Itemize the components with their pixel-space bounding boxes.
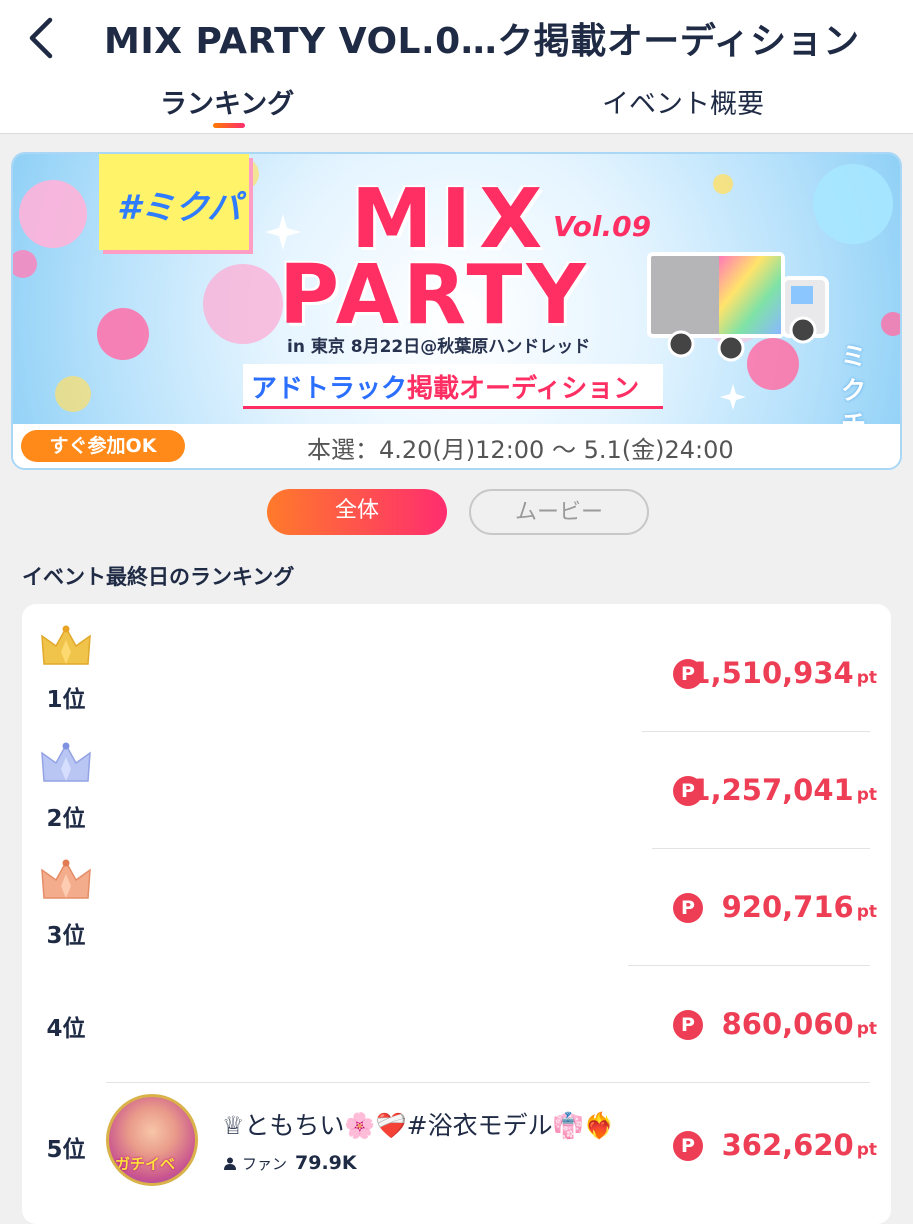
rank-number: 1位 (46, 687, 86, 713)
points-unit: pt (856, 1019, 877, 1039)
banner-footer: すぐ参加OK 本選：4.20(月)12:00 〜 5.1(金)24:00 (13, 424, 900, 468)
event-banner[interactable]: #ミクパ MIX Vol.09 PARTY in 東京 8月22日@秋葉原ハンド… (11, 152, 902, 470)
person-icon (224, 1157, 236, 1170)
active-tab-indicator (213, 123, 245, 128)
point-icon: P (673, 1131, 703, 1161)
banner-volume: Vol.09 (553, 210, 652, 243)
app-header: MIX PARTY VOL.0…ク掲載オーディション ランキング イベント概要 (0, 0, 913, 134)
back-button[interactable] (22, 14, 66, 62)
fan-count: 79.9K (295, 1152, 357, 1174)
filter-movie-button[interactable]: ムービー (469, 489, 649, 535)
silver-crown-icon (41, 742, 91, 782)
points-unit: pt (856, 785, 877, 805)
ranking-points: 860,060 pt (722, 1007, 877, 1041)
avatar[interactable]: ガチイベ (106, 1094, 198, 1186)
rank-number: 2位 (46, 806, 86, 832)
fan-label: ファン (242, 1155, 288, 1173)
user-name[interactable]: ♕ともちい🌸❤️‍🩹#浴衣モデル👘❤️‍🔥 (222, 1106, 615, 1142)
banner-location: in 東京 8月22日@秋葉原ハンドレッド (287, 337, 591, 357)
banner-subtitle-pink: 掲載オーディション (407, 374, 640, 404)
filter-all-button[interactable]: 全体 (267, 489, 447, 535)
tab-ranking[interactable]: ランキング (160, 82, 294, 121)
points-unit: pt (856, 902, 877, 922)
banner-artwork: #ミクパ MIX Vol.09 PARTY in 東京 8月22日@秋葉原ハンド… (13, 154, 900, 468)
chevron-left-icon (29, 17, 53, 59)
ranking-row-2[interactable]: 2位 P 1,257,041 pt (22, 721, 891, 849)
ranking-points: 1,257,041 pt (690, 773, 877, 807)
points-value: 1,510,934 (690, 656, 854, 690)
ranking-row-5[interactable]: 5位 ガチイベ ♕ともちい🌸❤️‍🩹#浴衣モデル👘❤️‍🔥 ファン 79.9K P… (22, 1082, 891, 1198)
banner-subtitle-blue: アドトラック (251, 374, 408, 404)
avatar-badge-text: ガチイベ (115, 1155, 176, 1173)
point-icon: P (673, 1010, 703, 1040)
points-unit: pt (856, 1140, 877, 1160)
ranking-points: 920,716 pt (722, 890, 877, 924)
points-unit: pt (856, 668, 877, 688)
banner-subtitle: アドトラック掲載オーディション (251, 368, 639, 405)
rank-number: 4位 (46, 1016, 86, 1042)
event-period: 本選：4.20(月)12:00 〜 5.1(金)24:00 (307, 436, 734, 464)
ranking-row-4[interactable]: 4位 P 860,060 pt (22, 955, 891, 1083)
ranking-section-title: イベント最終日のランキング (22, 565, 295, 589)
points-value: 362,620 (721, 1128, 854, 1162)
points-value: 1,257,041 (690, 773, 854, 807)
ranking-points: 1,510,934 pt (690, 656, 877, 690)
page-title: MIX PARTY VOL.0…ク掲載オーディション (104, 21, 860, 62)
rank-number: 3位 (46, 923, 86, 949)
ranking-list: 1位 P 1,510,934 pt 2位 P 1,257,041 pt 3位 P 9… (22, 604, 891, 1224)
join-ok-badge: すぐ参加OK (21, 430, 185, 462)
truck-illustration (647, 252, 829, 362)
banner-title-line2: PARTY (279, 248, 590, 343)
header-divider (0, 133, 913, 134)
tab-event-overview[interactable]: イベント概要 (602, 82, 764, 121)
point-icon: P (673, 893, 703, 923)
fan-count-row: ファン 79.9K (224, 1152, 357, 1174)
bronze-crown-icon (41, 859, 91, 899)
ranking-points: 362,620 pt (722, 1128, 877, 1162)
rank-number: 5位 (46, 1137, 86, 1163)
points-value: 860,060 (721, 1007, 854, 1041)
hashtag-text: #ミクパ (117, 188, 241, 228)
ranking-row-3[interactable]: 3位 P 920,716 pt (22, 838, 891, 966)
points-value: 920,716 (721, 890, 854, 924)
ranking-row-1[interactable]: 1位 P 1,510,934 pt (22, 604, 891, 732)
gold-crown-icon (41, 625, 91, 665)
